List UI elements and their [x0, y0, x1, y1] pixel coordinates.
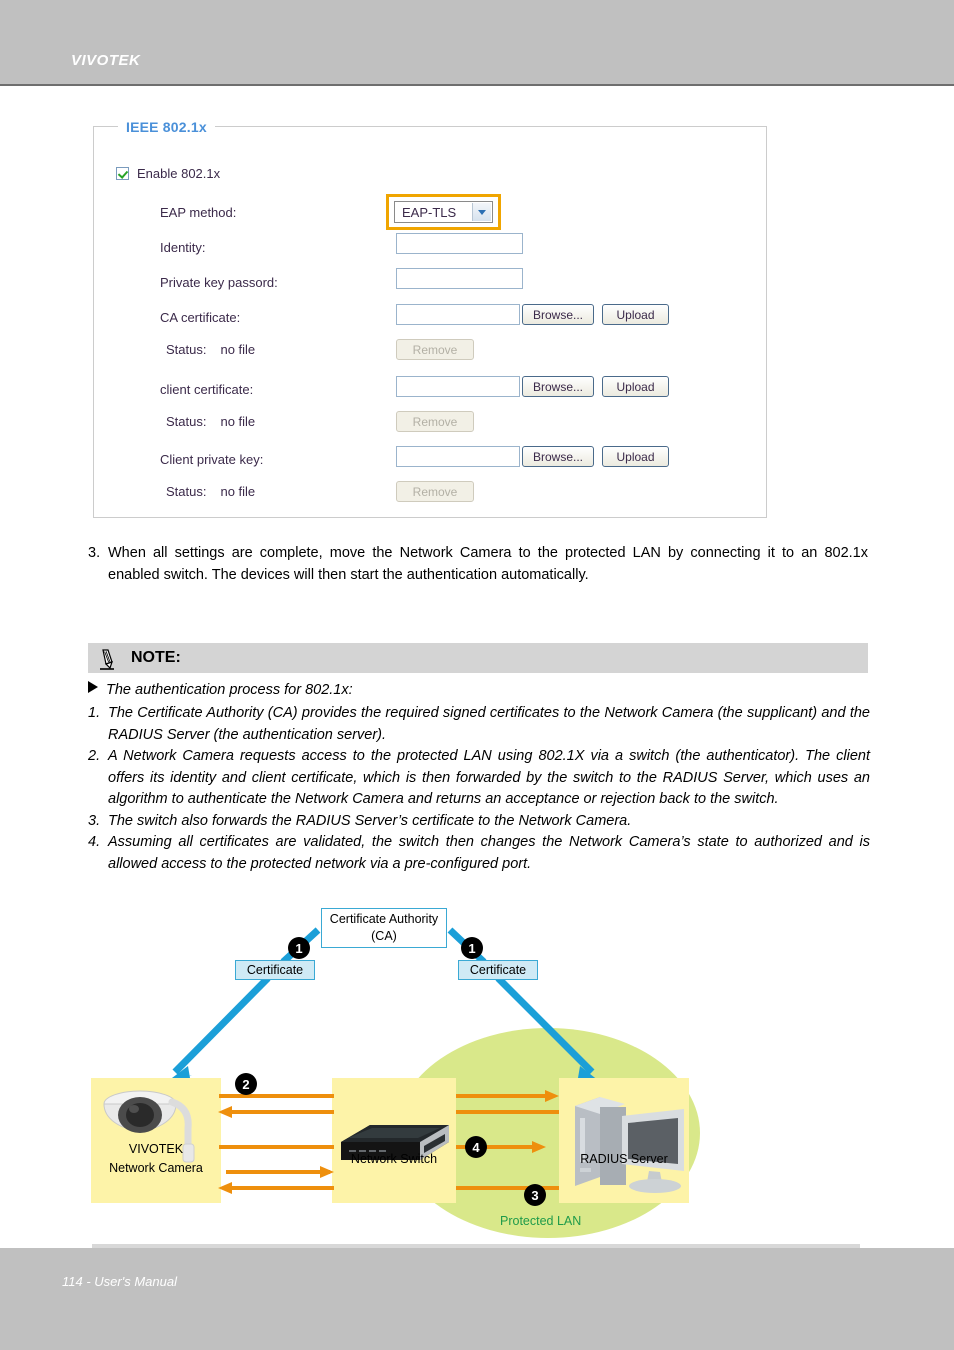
note-list-item: 4. Assuming all certificates are validat… — [88, 832, 870, 875]
identity-label: Identity: — [160, 239, 206, 255]
server-label: RADIUS Server — [580, 1152, 668, 1166]
ca-certificate-remove-button[interactable]: Remove — [396, 339, 474, 360]
client-private-key-row: Client private key: — [160, 448, 263, 470]
client-certificate-browse-button[interactable]: Browse... — [522, 376, 594, 397]
page-footer-band — [0, 1248, 954, 1350]
eap-method-row: EAP method: — [160, 201, 236, 223]
note-intro-text: The authentication process for 802.1x: — [106, 682, 353, 698]
camera-label-line2: Network Camera — [109, 1161, 203, 1175]
note-list-item: 3. The switch also forwards the RADIUS S… — [88, 811, 870, 833]
enable-8021x-row[interactable]: Enable 802.1x — [116, 166, 220, 181]
step-badge-4: 4 — [465, 1136, 487, 1158]
footer-page-label: 114 - User's Manual — [62, 1274, 177, 1289]
private-key-password-input[interactable] — [396, 268, 523, 289]
step-3-text: When all settings are complete, move the… — [108, 545, 868, 583]
enable-8021x-checkbox[interactable] — [116, 167, 129, 180]
identity-input[interactable] — [396, 233, 523, 254]
note-item-number: 1. — [88, 705, 101, 721]
header-divider — [0, 84, 954, 86]
step-badge-1-left: 1 — [288, 937, 310, 959]
note-list-item: 2. A Network Camera requests access to t… — [88, 746, 870, 811]
client-private-key-remove-button[interactable]: Remove — [396, 481, 474, 502]
private-key-password-row: Private key passord: — [160, 271, 278, 293]
triangle-right-icon — [88, 681, 98, 693]
step-3-paragraph: 3. When all settings are complete, move … — [88, 542, 868, 586]
note-intro-line: The authentication process for 802.1x: — [88, 681, 868, 698]
camera-label-line1: VIVOTEK — [128, 1142, 184, 1156]
ca-status-value: no file — [220, 342, 256, 357]
certificate-authority-box: Certificate Authority (CA) — [321, 908, 447, 948]
arrowhead-right — [320, 1166, 334, 1178]
note-item-text: Assuming all certificates are validated,… — [108, 834, 870, 872]
eap-method-value: EAP-TLS — [402, 204, 457, 220]
panel-legend: IEEE 802.1x — [118, 119, 215, 135]
key-status-label: Status: — [166, 484, 207, 499]
ca-status-label: Status: — [166, 342, 207, 357]
client-status-label: Status: — [166, 414, 207, 429]
ca-certificate-input[interactable] — [396, 304, 520, 325]
client-private-key-input[interactable] — [396, 446, 520, 467]
private-key-password-label: Private key passord: — [160, 274, 278, 290]
client-certificate-remove-button[interactable]: Remove — [396, 411, 474, 432]
ca-subtitle: (CA) — [371, 929, 397, 943]
step-badge-1-right: 1 — [461, 937, 483, 959]
enable-8021x-label: Enable 802.1x — [137, 166, 221, 181]
pencil-icon — [100, 649, 114, 670]
note-item-text: The Certificate Authority (CA) provides … — [108, 705, 870, 743]
certificate-box-left: Certificate — [235, 960, 315, 980]
client-private-key-label: Client private key: — [160, 451, 264, 467]
client-certificate-row: client certificate: — [160, 378, 253, 400]
client-private-key-browse-button[interactable]: Browse... — [522, 446, 594, 467]
identity-row: Identity: — [160, 236, 206, 258]
step-badge-3: 3 — [524, 1184, 546, 1206]
ca-certificate-upload-button[interactable]: Upload — [602, 304, 669, 325]
eap-method-select-highlight: EAP-TLS — [386, 194, 501, 230]
note-list-item: 1. The Certificate Authority (CA) provid… — [88, 703, 870, 746]
note-list: 1. The Certificate Authority (CA) provid… — [88, 703, 870, 875]
vivotek-logo: VIVOTEK — [71, 52, 141, 69]
client-private-key-status: Status: no file — [166, 484, 255, 499]
note-item-number: 3. — [88, 812, 101, 829]
client-certificate-label: client certificate: — [160, 381, 254, 397]
eap-method-label: EAP method: — [160, 204, 237, 220]
eap-method-select[interactable]: EAP-TLS — [394, 201, 493, 223]
ca-title: Certificate Authority — [329, 912, 439, 926]
note-title: NOTE: — [131, 649, 181, 666]
chevron-down-icon[interactable] — [472, 203, 491, 221]
step-3-number: 3. — [88, 545, 101, 561]
camera-switch-arrows — [219, 1094, 334, 1190]
client-certificate-input[interactable] — [396, 376, 520, 397]
client-certificate-upload-button[interactable]: Upload — [602, 376, 669, 397]
client-certificate-status: Status: no file — [166, 414, 255, 429]
note-header-band — [88, 643, 868, 673]
ca-certificate-status: Status: no file — [166, 342, 255, 357]
step-badge-2: 2 — [235, 1073, 257, 1095]
ca-certificate-label: CA certificate: — [160, 309, 241, 325]
note-item-text: The switch also forwards the RADIUS Serv… — [108, 812, 632, 829]
ca-certificate-browse-button[interactable]: Browse... — [522, 304, 594, 325]
client-private-key-upload-button[interactable]: Upload — [602, 446, 669, 467]
ca-certificate-row: CA certificate: — [160, 306, 240, 328]
key-status-value: no file — [220, 484, 256, 499]
authentication-flow-diagram — [91, 927, 700, 1238]
protected-lan-label: Protected LAN — [500, 1214, 582, 1228]
page-header-band — [0, 0, 954, 85]
switch-label: Network Switch — [350, 1152, 438, 1166]
client-status-value: no file — [220, 414, 256, 429]
certificate-box-right: Certificate — [458, 960, 538, 980]
note-item-text: A Network Camera requests access to the … — [108, 748, 870, 807]
note-item-number: 4. — [88, 834, 101, 850]
note-item-number: 2. — [88, 748, 101, 764]
